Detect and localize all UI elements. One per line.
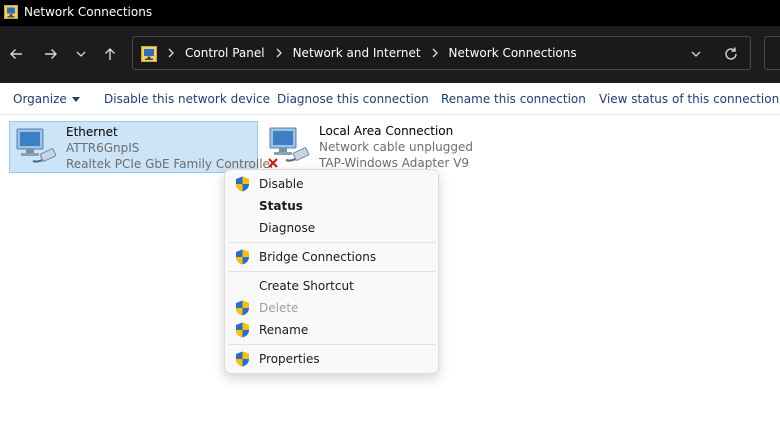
adapter-status: ATTR6GnpIS <box>66 141 140 155</box>
uac-shield-icon <box>236 322 249 338</box>
menu-separator <box>229 344 436 345</box>
command-bar: Organize Disable this network device Dia… <box>0 83 780 115</box>
menu-item-label: Status <box>259 199 303 213</box>
menu-item-disable[interactable]: Disable <box>229 173 436 195</box>
menu-item-create-shortcut[interactable]: Create Shortcut <box>229 275 436 297</box>
menu-item-rename[interactable]: Rename <box>229 319 436 341</box>
back-arrow-icon <box>10 49 22 59</box>
disconnected-x-icon <box>268 158 278 168</box>
breadcrumb-network-connections[interactable]: Network Connections <box>443 46 583 60</box>
breadcrumb-separator-icon[interactable] <box>163 37 179 69</box>
uac-shield-icon <box>236 351 249 367</box>
menu-item-diagnose[interactable]: Diagnose <box>229 217 436 239</box>
up-arrow-icon <box>105 48 115 60</box>
adapter-status: Network cable unplugged <box>319 140 474 154</box>
network-adapter-icon <box>16 128 57 163</box>
menu-item-label: Disable <box>259 177 304 191</box>
organize-button[interactable]: Organize <box>13 83 80 115</box>
menu-item-status[interactable]: Status <box>229 195 436 217</box>
adapter-ethernet[interactable]: Ethernet ATTR6GnpIS Realtek PCIe GbE Fam… <box>9 121 275 173</box>
menu-item-label: Delete <box>259 301 299 315</box>
breadcrumb-network-and-internet[interactable]: Network and Internet <box>287 46 427 60</box>
menu-item-label: Create Shortcut <box>259 279 354 293</box>
adapter-name: Ethernet <box>66 125 118 139</box>
adapter-local-area-connection[interactable]: Local Area Connection Network cable unpl… <box>263 121 493 173</box>
adapter-ethernet-text: Ethernet ATTR6GnpIS Realtek PCIe GbE Fam… <box>66 124 275 172</box>
breadcrumb-separator-icon[interactable] <box>271 37 287 69</box>
view-status-button[interactable]: View status of this connection <box>599 83 779 115</box>
title-bar: Network Connections <box>0 0 780 26</box>
address-dropdown-icon[interactable] <box>688 46 704 62</box>
menu-item-label: Rename <box>259 323 309 337</box>
menu-item-properties[interactable]: Properties <box>229 348 436 370</box>
search-box[interactable] <box>764 36 780 70</box>
navigation-bar: Control Panel Network and Internet Netwo… <box>0 26 780 83</box>
organize-label: Organize <box>13 92 67 106</box>
up-button[interactable] <box>99 43 121 65</box>
menu-item-delete: Delete <box>229 297 436 319</box>
disable-device-button[interactable]: Disable this network device <box>104 83 270 115</box>
menu-item-label: Bridge Connections <box>259 250 377 264</box>
caret-down-icon <box>71 96 80 102</box>
forward-button[interactable] <box>40 43 62 65</box>
back-button[interactable] <box>5 43 27 65</box>
uac-shield-icon <box>236 176 249 192</box>
uac-shield-icon <box>236 249 249 265</box>
refresh-icon[interactable] <box>722 45 740 63</box>
menu-item-bridge-connections[interactable]: Bridge Connections <box>229 246 436 268</box>
control-panel-icon <box>141 46 157 62</box>
context-menu: Disable Status Diagnose Bridge Connectio… <box>224 169 439 374</box>
network-connections-icon <box>4 5 18 19</box>
uac-shield-icon <box>236 300 249 316</box>
breadcrumb-separator-icon[interactable] <box>427 37 443 69</box>
breadcrumb: Control Panel Network and Internet Netwo… <box>163 37 583 69</box>
menu-separator <box>229 271 436 272</box>
diagnose-connection-button[interactable]: Diagnose this connection <box>277 83 429 115</box>
address-bar[interactable]: Control Panel Network and Internet Netwo… <box>132 36 751 70</box>
menu-item-label: Properties <box>259 352 320 366</box>
window-title: Network Connections <box>24 5 153 19</box>
menu-separator <box>229 242 436 243</box>
forward-arrow-icon <box>45 49 57 59</box>
rename-connection-button[interactable]: Rename this connection <box>441 83 586 115</box>
chevron-down-icon <box>76 51 86 57</box>
adapter-lan-text: Local Area Connection Network cable unpl… <box>319 123 473 171</box>
adapter-name: Local Area Connection <box>319 124 454 138</box>
menu-item-label: Diagnose <box>259 221 316 235</box>
recent-locations-button[interactable] <box>70 43 92 65</box>
breadcrumb-control-panel[interactable]: Control Panel <box>179 46 271 60</box>
